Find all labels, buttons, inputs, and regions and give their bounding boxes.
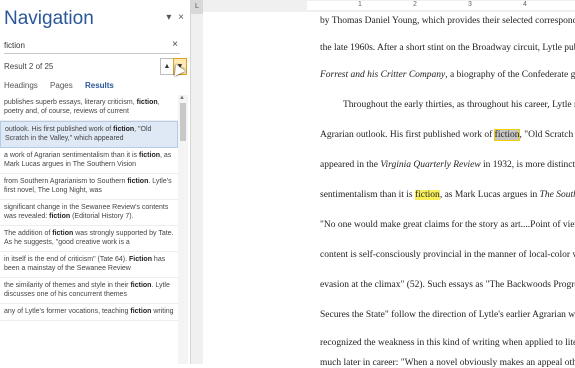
result-text: (Editorial History 7). [70, 213, 134, 220]
doc-line: appeared in the Virginia Quarterly Revie… [320, 160, 575, 170]
doc-line: evasion at the climax" (52). Such essays… [320, 280, 575, 290]
doc-line: Throughout the early thirties, as throug… [343, 100, 575, 110]
tab-pages[interactable]: Pages [50, 81, 73, 90]
result-item[interactable]: The addition of fiction was strongly sup… [0, 226, 178, 252]
ruler-mark: 2 [413, 1, 417, 8]
doc-line: "No one would make great claims for the … [320, 220, 575, 230]
result-hit: Fiction [129, 256, 152, 263]
result-text: The addition of [4, 230, 53, 237]
search-hit-current: fiction [493, 129, 521, 141]
ruler-text-area [307, 1, 575, 10]
doc-line: Forrest and his Critter Company, a biogr… [320, 70, 575, 80]
result-item[interactable]: a work of Agrarian sentimentalism than i… [0, 148, 178, 174]
result-hit: fiction [136, 99, 158, 106]
ruler-mark: 1 [358, 1, 362, 8]
search-input[interactable]: fiction × [4, 38, 180, 54]
results-scrollbar[interactable]: ▲ [178, 95, 188, 364]
tab-headings[interactable]: Headings [4, 81, 38, 90]
navigation-pane: Navigation ▾ × fiction × Result 2 of 25 … [0, 0, 191, 364]
scroll-thumb[interactable] [180, 103, 186, 141]
result-hit: fiction [113, 126, 135, 133]
tab-results[interactable]: Results [85, 81, 114, 90]
result-text: publishes superb essays, literary critic… [4, 99, 137, 106]
result-text: outlook. His first published work of [5, 126, 114, 133]
result-hit: fiction [52, 230, 74, 237]
result-item[interactable]: significant change in the Sewanee Review… [0, 200, 178, 226]
result-hit: fiction [139, 152, 161, 159]
pane-tabs: Headings Pages Results [4, 81, 124, 90]
scroll-up-icon[interactable]: ▲ [179, 95, 185, 101]
result-item-selected[interactable]: outlook. His first published work of fic… [0, 121, 178, 148]
result-text: a work of Agrarian sentimentalism than i… [4, 152, 140, 159]
result-text: the similarity of themes and style in th… [4, 282, 131, 289]
doc-line: recognized the weakness in this kind of … [320, 338, 575, 348]
result-hit: fiction [49, 213, 71, 220]
doc-line: much later in career: "When a novel obvi… [320, 358, 575, 368]
close-icon[interactable]: × [178, 12, 184, 23]
doc-line: Agrarian outlook. His first published wo… [320, 129, 575, 141]
ruler-mark: 4 [523, 1, 527, 8]
pane-menu-icon[interactable]: ▾ [166, 12, 171, 23]
doc-line: sentimentalism than it is fiction, as Ma… [320, 190, 575, 200]
search-value: fiction [4, 41, 25, 50]
pane-controls: ▾ × [162, 12, 184, 23]
result-text: in itself is the end of criticism" (Tate… [4, 256, 130, 263]
result-item[interactable]: in itself is the end of criticism" (Tate… [0, 252, 178, 278]
doc-line: Secures the State" follow the direction … [320, 310, 575, 320]
search-hit: fiction [415, 190, 440, 200]
doc-line: content is self-consciously provincial i… [320, 250, 575, 260]
pane-title: Navigation [4, 8, 94, 29]
clear-search-icon[interactable]: × [172, 39, 178, 50]
doc-line: by Thomas Daniel Young, which provides t… [320, 16, 575, 26]
doc-line: the late 1960s. After a short stint on t… [320, 43, 575, 53]
result-hit: fiction [127, 178, 149, 185]
result-text: writing [151, 308, 174, 315]
result-text: from Southern Agrarianism to Southern [4, 178, 128, 185]
results-list: publishes superb essays, literary critic… [0, 95, 178, 321]
ruler-mark: 3 [468, 1, 472, 8]
result-hit: fiction [130, 282, 152, 289]
result-hit: fiction [130, 308, 152, 315]
result-item[interactable]: from Southern Agrarianism to Southern fi… [0, 174, 178, 200]
result-item[interactable]: any of Lytle's former vocations, teachin… [0, 304, 178, 321]
result-count: Result 2 of 25 [4, 62, 54, 71]
document-page[interactable]: by Thomas Daniel Young, which provides t… [203, 12, 575, 368]
result-text: any of Lytle's former vocations, teachin… [4, 308, 131, 315]
result-item[interactable]: publishes superb essays, literary critic… [0, 95, 178, 121]
result-item[interactable]: the similarity of themes and style in th… [0, 278, 178, 304]
ruler-tab-selector[interactable]: L [191, 0, 203, 14]
